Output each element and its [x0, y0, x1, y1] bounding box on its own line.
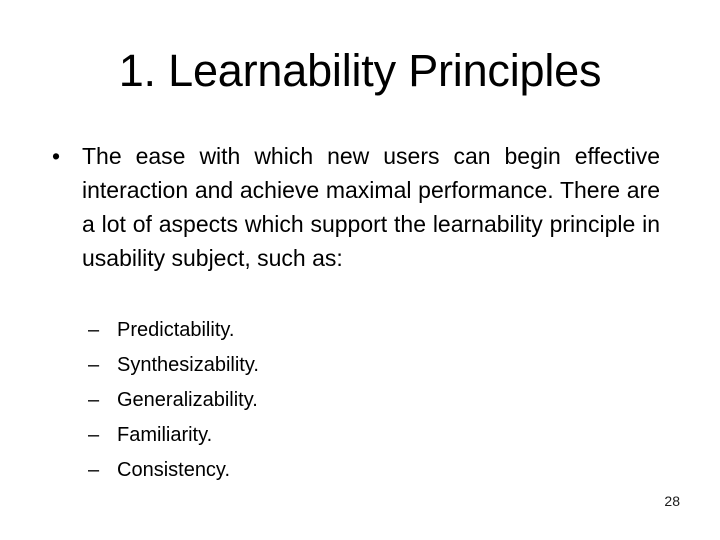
dash-marker-icon: – [88, 389, 100, 411]
bullet-dot-icon: • [52, 143, 61, 169]
list-item: – Synthesizability. [88, 348, 488, 383]
body-content: • The ease with which new users can begi… [50, 139, 660, 275]
list-item-label: Predictability. [117, 319, 235, 341]
list-item-label: Synthesizability. [117, 354, 259, 376]
list-item: – Predictability. [88, 313, 488, 348]
list-item-label: Generalizability. [117, 389, 258, 411]
dash-marker-icon: – [88, 459, 100, 481]
dash-marker-icon: – [88, 319, 100, 341]
dash-marker-icon: – [88, 354, 100, 376]
list-item-label: Consistency. [117, 459, 231, 481]
list-item: – Consistency. [88, 453, 488, 488]
bullet-paragraph-text: The ease with which new users can begin … [82, 143, 660, 271]
bullet-item-main: • The ease with which new users can begi… [50, 139, 660, 275]
list-item: – Familiarity. [88, 418, 488, 453]
slide: 1. Learnability Principles • The ease wi… [0, 0, 720, 540]
page-title: 1. Learnability Principles [118, 45, 602, 96]
sub-list: – Predictability. – Synthesizability. – … [88, 313, 488, 488]
dash-marker-icon: – [88, 424, 100, 446]
list-item-label: Familiarity. [117, 424, 213, 446]
page-number: 28 [664, 493, 680, 509]
list-item: – Generalizability. [88, 383, 488, 418]
